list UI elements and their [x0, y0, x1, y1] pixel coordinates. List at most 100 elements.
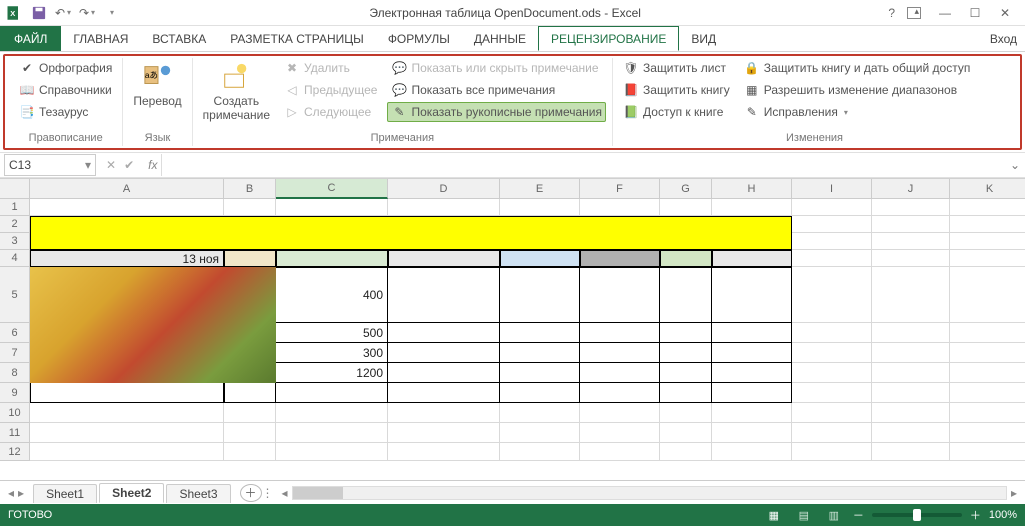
- cell-J5[interactable]: [872, 267, 950, 323]
- sheet-nav-next-icon[interactable]: ▸: [18, 486, 24, 500]
- cell-D8[interactable]: [388, 363, 500, 383]
- cell-I2[interactable]: [792, 216, 872, 233]
- cell-I8[interactable]: [792, 363, 872, 383]
- cell-E11[interactable]: [500, 423, 580, 443]
- cell-H11[interactable]: [712, 423, 792, 443]
- cell-I6[interactable]: [792, 323, 872, 343]
- allow-ranges-button[interactable]: ▦Разрешить изменение диапазонов: [740, 80, 975, 100]
- cell-J10[interactable]: [872, 403, 950, 423]
- cell-G12[interactable]: [660, 443, 712, 461]
- cell-H5[interactable]: [712, 267, 792, 323]
- translate-button[interactable]: aあ Перевод: [129, 58, 185, 110]
- sheet-tab-sheet1[interactable]: Sheet1: [33, 484, 97, 503]
- row-header-1[interactable]: 1: [0, 199, 30, 216]
- cell-H10[interactable]: [712, 403, 792, 423]
- cell-F1[interactable]: [580, 199, 660, 216]
- cell-D10[interactable]: [388, 403, 500, 423]
- cell-C9[interactable]: [276, 383, 388, 403]
- undo-icon[interactable]: ↶▾: [52, 2, 74, 24]
- row-header-10[interactable]: 10: [0, 403, 30, 423]
- cell-K6[interactable]: [950, 323, 1025, 343]
- cell-A11[interactable]: [30, 423, 224, 443]
- research-button[interactable]: 📖Справочники: [15, 80, 116, 100]
- cell-B3[interactable]: [224, 233, 276, 250]
- cell-A3[interactable]: [30, 233, 224, 250]
- cell-H6[interactable]: [712, 323, 792, 343]
- track-changes-button[interactable]: ✎Исправления▾: [740, 102, 975, 122]
- row-header-3[interactable]: 3: [0, 233, 30, 250]
- cell-F7[interactable]: [580, 343, 660, 363]
- minimize-icon[interactable]: —: [931, 2, 959, 24]
- cell-D12[interactable]: [388, 443, 500, 461]
- cell-F10[interactable]: [580, 403, 660, 423]
- cell-J8[interactable]: [872, 363, 950, 383]
- col-header-D[interactable]: D: [388, 179, 500, 199]
- col-header-B[interactable]: B: [224, 179, 276, 199]
- zoom-value[interactable]: 100%: [989, 509, 1017, 521]
- cell-E12[interactable]: [500, 443, 580, 461]
- cell-A2[interactable]: [30, 216, 224, 233]
- cell-C12[interactable]: [276, 443, 388, 461]
- cell-F12[interactable]: [580, 443, 660, 461]
- cell-K4[interactable]: [950, 250, 1025, 267]
- cell-J6[interactable]: [872, 323, 950, 343]
- cell-C6[interactable]: 500: [276, 323, 388, 343]
- cell-G1[interactable]: [660, 199, 712, 216]
- cell-H2[interactable]: [712, 216, 792, 233]
- cell-J12[interactable]: [872, 443, 950, 461]
- sheet-tab-sheet3[interactable]: Sheet3: [166, 484, 230, 503]
- cell-E8[interactable]: [500, 363, 580, 383]
- save-icon[interactable]: [28, 2, 50, 24]
- row-header-7[interactable]: 7: [0, 343, 30, 363]
- formula-bar[interactable]: [161, 154, 1005, 176]
- zoom-slider[interactable]: [872, 513, 962, 517]
- cell-E1[interactable]: [500, 199, 580, 216]
- hscroll-track[interactable]: [292, 486, 1007, 500]
- col-header-G[interactable]: G: [660, 179, 712, 199]
- view-pagebreak-icon[interactable]: ▥: [823, 507, 845, 523]
- cell-E4[interactable]: [500, 250, 580, 267]
- cell-C3[interactable]: [276, 233, 388, 250]
- cell-I7[interactable]: [792, 343, 872, 363]
- row-header-12[interactable]: 12: [0, 443, 30, 461]
- cell-F5[interactable]: [580, 267, 660, 323]
- select-all-corner[interactable]: [0, 179, 30, 199]
- qat-customize-icon[interactable]: ▾: [100, 2, 122, 24]
- cell-H3[interactable]: [712, 233, 792, 250]
- cell-C7[interactable]: 300: [276, 343, 388, 363]
- view-normal-icon[interactable]: ▦: [763, 507, 785, 523]
- cell-H1[interactable]: [712, 199, 792, 216]
- cell-E6[interactable]: [500, 323, 580, 343]
- cell-A12[interactable]: [30, 443, 224, 461]
- cell-H8[interactable]: [712, 363, 792, 383]
- cell-F6[interactable]: [580, 323, 660, 343]
- cell-J4[interactable]: [872, 250, 950, 267]
- cell-D2[interactable]: [388, 216, 500, 233]
- col-header-I[interactable]: I: [792, 179, 872, 199]
- cell-G11[interactable]: [660, 423, 712, 443]
- cell-G2[interactable]: [660, 216, 712, 233]
- zoom-in-icon[interactable]: ＋: [970, 507, 981, 523]
- cell-B10[interactable]: [224, 403, 276, 423]
- add-sheet-button[interactable]: ＋: [240, 484, 262, 502]
- new-comment-button[interactable]: Создать примечание: [199, 58, 274, 124]
- cell-G6[interactable]: [660, 323, 712, 343]
- sheet-tab-sheet2[interactable]: Sheet2: [99, 483, 164, 503]
- cell-I3[interactable]: [792, 233, 872, 250]
- tab-формулы[interactable]: ФОРМУЛЫ: [376, 26, 462, 51]
- cell-J11[interactable]: [872, 423, 950, 443]
- col-header-C[interactable]: C: [276, 179, 388, 199]
- fx-icon[interactable]: fx: [144, 158, 161, 172]
- hscroll-right-icon[interactable]: ▸: [1011, 486, 1017, 500]
- cell-G7[interactable]: [660, 343, 712, 363]
- tab-главная[interactable]: ГЛАВНАЯ: [61, 26, 140, 51]
- cell-A10[interactable]: [30, 403, 224, 423]
- row-header-5[interactable]: 5: [0, 267, 30, 323]
- cell-I9[interactable]: [792, 383, 872, 403]
- cell-G4[interactable]: [660, 250, 712, 267]
- cell-I1[interactable]: [792, 199, 872, 216]
- protect-book-button[interactable]: 📕Защитить книгу: [619, 80, 734, 100]
- zoom-thumb[interactable]: [913, 509, 921, 521]
- cell-C5[interactable]: 400: [276, 267, 388, 323]
- cell-B2[interactable]: [224, 216, 276, 233]
